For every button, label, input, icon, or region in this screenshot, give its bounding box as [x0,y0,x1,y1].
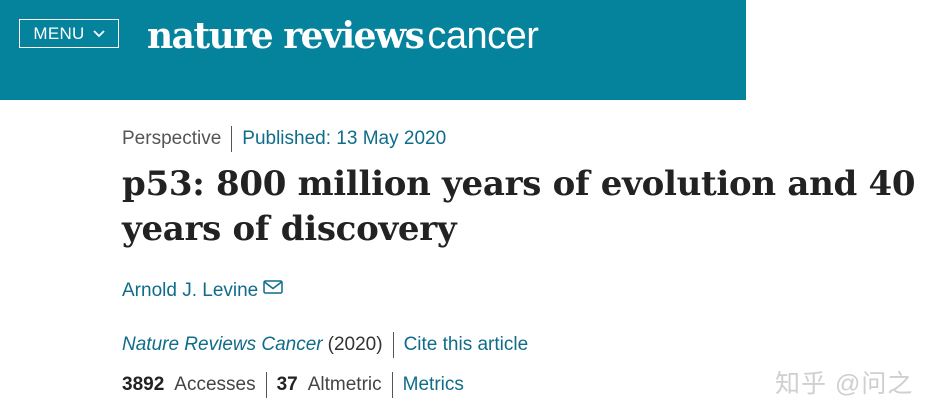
author-list: Arnold J. Levine [122,278,283,304]
divider [391,372,393,398]
article-metrics: 3892 Accesses 37 Altmetric Metrics [122,372,464,398]
divider [265,372,267,398]
published-date[interactable]: Published: 13 May 2020 [242,128,446,150]
article-meta: Perspective Published: 13 May 2020 [122,126,446,152]
menu-label: MENU [33,23,85,43]
journal-year: (2020) [327,334,383,355]
metrics-link[interactable]: Metrics [403,374,464,396]
altmetric-count: 37 [276,374,298,395]
watermark: 知乎 @问之 [775,370,914,398]
accesses-count: 3892 [122,374,165,395]
site-header: MENU nature reviews cancer [0,0,746,100]
logo-cancer: cancer [427,15,539,57]
article-type: Perspective [122,128,222,149]
journal-info: Nature Reviews Cancer (2020) Cite this a… [122,332,528,358]
journal-name[interactable]: Nature Reviews Cancer [122,334,323,356]
article-title: p53: 800 million years of evolution and … [122,164,916,249]
chevron-down-icon [92,29,105,38]
menu-button[interactable]: MENU [19,19,119,48]
envelope-icon[interactable] [263,280,283,294]
logo-nature-reviews: nature reviews [147,15,425,57]
journal-logo[interactable]: nature reviews cancer [147,14,539,58]
accesses-label: Accesses [174,374,256,395]
author-name[interactable]: Arnold J. Levine [122,280,258,302]
cite-this-article-link[interactable]: Cite this article [404,334,529,356]
altmetric-label: Altmetric [307,374,382,395]
divider [392,332,394,358]
divider [231,126,233,152]
